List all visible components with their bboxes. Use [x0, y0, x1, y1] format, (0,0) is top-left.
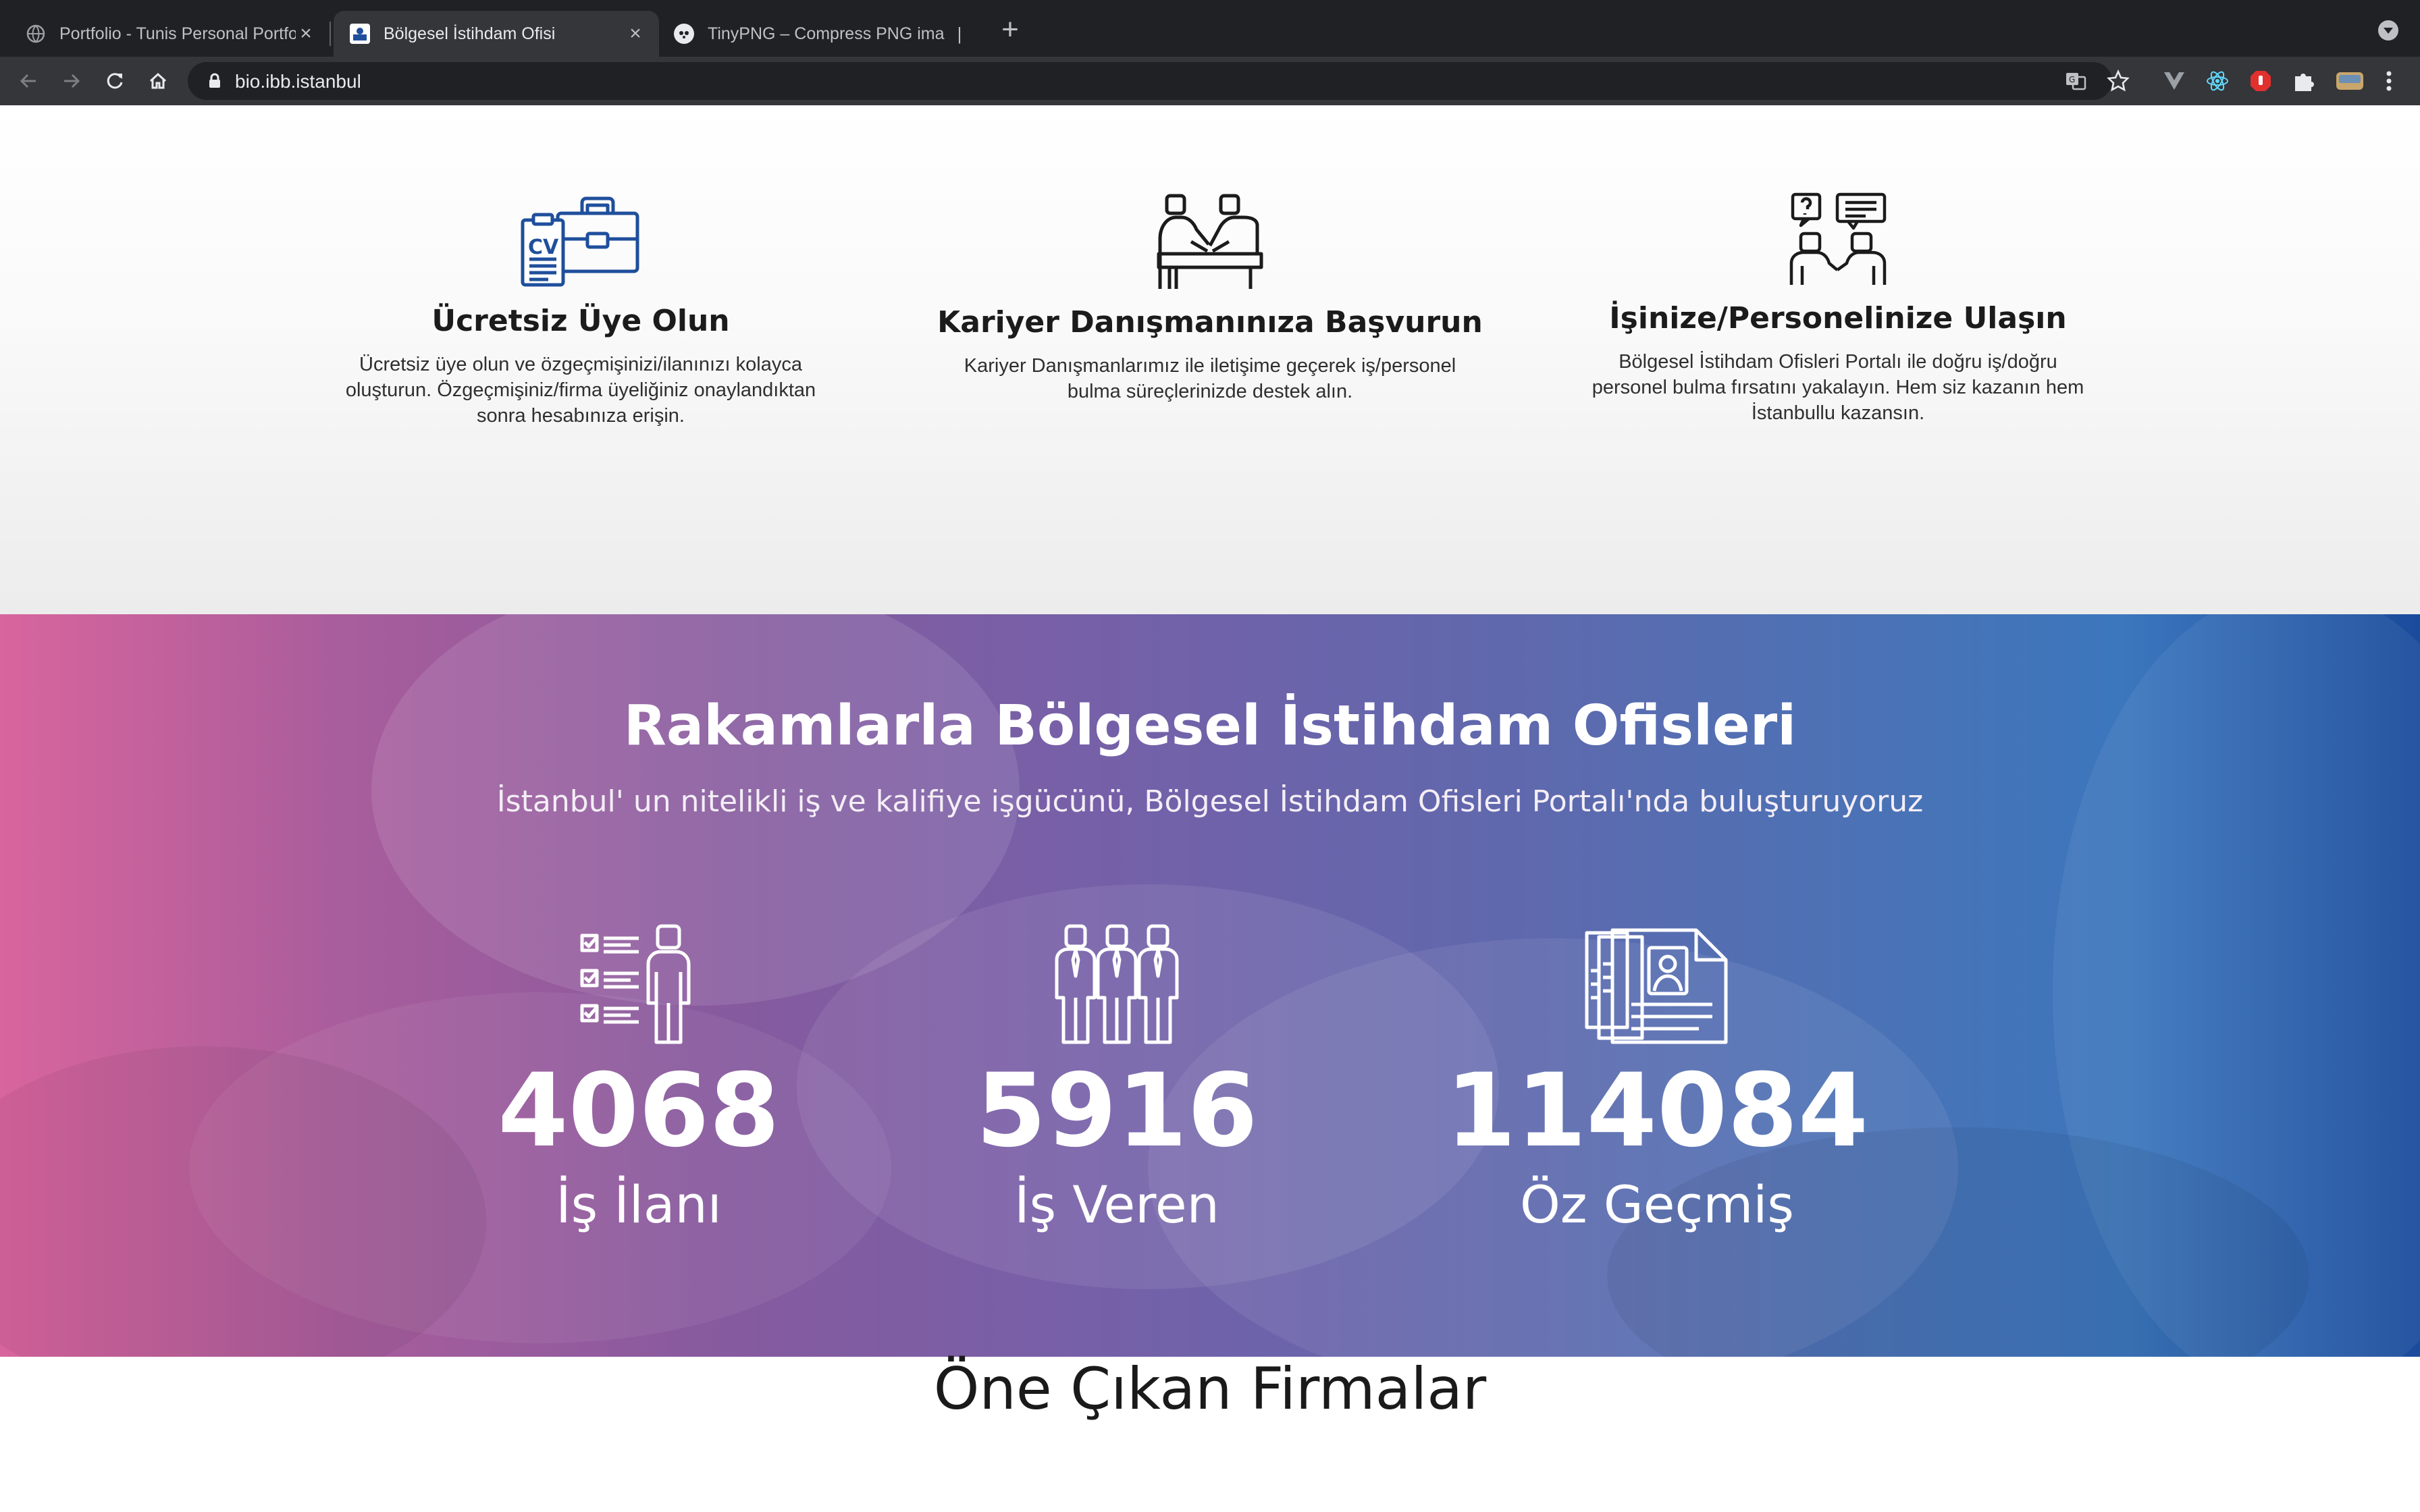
stat-label: İş Veren: [1014, 1174, 1219, 1235]
close-tab-icon[interactable]: ×: [625, 22, 646, 45]
feature-description: Ücretsiz üye olun ve özgeçmişinizi/ilanı…: [297, 352, 864, 429]
tab-title: Portfolio - Tunis Personal Portfo: [59, 24, 296, 43]
close-tab-icon[interactable]: |: [949, 24, 970, 45]
url-text: bio.ibb.istanbul: [235, 71, 361, 92]
stat-value: 114084: [1445, 1052, 1869, 1170]
profile-avatar[interactable]: [2335, 69, 2365, 93]
feature-title: Kariyer Danışmanınıza Başvurun: [937, 305, 1483, 340]
stat-value: 5916: [976, 1052, 1258, 1170]
feature-text-line: sonra hesabınıza erişin.: [477, 405, 685, 427]
resume-documents-icon: [1421, 923, 1893, 1045]
lock-icon[interactable]: [208, 73, 221, 92]
stat-label: İş İlanı: [556, 1174, 722, 1235]
feature-description: Kariyer Danışmanlarımız ile iletişime ge…: [926, 353, 1494, 404]
checklist-person-icon: [402, 923, 875, 1045]
feature-card-register: CV Ücretsiz Üye Olun Ücretsiz üye olun v…: [297, 194, 864, 429]
tab-title: Bölgesel İstihdam Ofisi: [384, 24, 556, 43]
ibb-favicon-icon: [350, 24, 370, 44]
vue-devtools-icon[interactable]: [2162, 69, 2186, 93]
panda-favicon-icon: [674, 24, 694, 44]
feature-title: İşinize/Personelinize Ulaşın: [1609, 301, 2067, 335]
tab-divider: [330, 22, 331, 46]
tab-bolgesel[interactable]: Bölgesel İstihdam Ofisi ×: [334, 11, 659, 57]
home-icon[interactable]: [143, 66, 173, 96]
feature-description: Bölgesel İstihdam Ofisleri Portalı ile d…: [1554, 349, 2122, 426]
features-section: CV Ücretsiz Üye Olun Ücretsiz üye olun v…: [0, 105, 2420, 614]
stat-job-postings: 4068 İş İlanı: [402, 923, 875, 1235]
feature-text-line: Kariyer Danışmanlarımız ile iletişime ge…: [964, 355, 1456, 377]
feature-card-consultant: Kariyer Danışmanınıza Başvurun Kariyer D…: [926, 192, 1494, 404]
feature-text-line: Ücretsiz üye olun ve özgeçmişinizi/ilanı…: [359, 354, 802, 375]
stat-employers: 5916 İş Veren: [880, 923, 1353, 1235]
feature-card-reach: İşinize/Personelinize Ulaşın Bölgesel İs…: [1554, 192, 2122, 426]
tab-tinypng[interactable]: TinyPNG – Compress PNG ima |: [662, 11, 983, 57]
globe-icon: [26, 24, 46, 44]
feature-title: Ücretsiz Üye Olun: [431, 304, 730, 338]
cv-briefcase-icon: CV: [297, 194, 864, 289]
menu-icon[interactable]: [2377, 69, 2401, 93]
three-employers-icon: [880, 923, 1353, 1045]
stats-subtitle: İstanbul' un nitelikli iş ve kalifiye iş…: [496, 784, 1924, 819]
stat-label: Öz Geçmiş: [1519, 1174, 1795, 1235]
translate-icon[interactable]: G: [2065, 70, 2086, 92]
address-bar[interactable]: bio.ibb.istanbul G: [188, 62, 2130, 100]
react-devtools-icon[interactable]: [2205, 69, 2230, 93]
feature-text-line: Bölgesel İstihdam Ofisleri Portalı ile d…: [1619, 351, 2057, 373]
stat-resumes: 114084 Öz Geçmiş: [1421, 923, 1893, 1235]
feature-text-line: personel bulma fırsatını yakalayın. Hem …: [1592, 377, 2084, 398]
stat-value: 4068: [498, 1052, 780, 1170]
tab-portfolio[interactable]: Portfolio - Tunis Personal Portfo ×: [0, 11, 330, 57]
star-icon[interactable]: [2107, 69, 2130, 92]
browser-tab-strip: Portfolio - Tunis Personal Portfo × Bölg…: [0, 0, 2420, 57]
stats-title: Rakamlarla Bölgesel İstihdam Ofisleri: [623, 694, 1797, 758]
feature-text-line: İstanbullu kazansın.: [1751, 402, 1925, 424]
consultation-desk-icon: [926, 192, 1494, 290]
close-tab-icon[interactable]: ×: [296, 22, 316, 45]
tab-search-icon[interactable]: [2378, 20, 2398, 40]
new-tab-button[interactable]: +: [997, 15, 1024, 45]
puzzle-extensions-icon[interactable]: [2292, 69, 2316, 93]
feature-text-line: oluşturun. Özgeçmişiniz/firma üyeliğiniz…: [345, 379, 816, 401]
page-content: CV Ücretsiz Üye Olun Ücretsiz üye olun v…: [0, 105, 2420, 1512]
featured-companies-title: Öne Çıkan Firmalar: [933, 1355, 1487, 1423]
back-icon[interactable]: [14, 66, 43, 96]
svg-text:CV: CV: [528, 236, 559, 259]
adblock-icon[interactable]: [2248, 69, 2273, 93]
people-chat-icon: [1554, 192, 2122, 286]
tab-title: TinyPNG – Compress PNG ima: [708, 24, 945, 43]
feature-text-line: bulma süreçlerinizde destek alın.: [1067, 381, 1353, 402]
forward-icon[interactable]: [57, 66, 86, 96]
reload-icon[interactable]: [100, 66, 130, 96]
stats-section: Rakamlarla Bölgesel İstihdam Ofisleri İs…: [0, 614, 2420, 1357]
browser-toolbar: bio.ibb.istanbul G: [0, 57, 2420, 105]
svg-text:G: G: [2069, 75, 2075, 84]
